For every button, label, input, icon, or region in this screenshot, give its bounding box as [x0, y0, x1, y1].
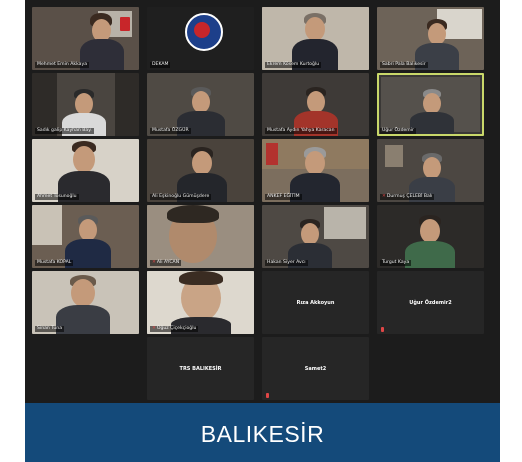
participant-name: Mustafa KOPAL [35, 260, 74, 266]
participant-tile[interactable]: Uğur Özdemir2 [377, 271, 484, 334]
person-head [71, 279, 95, 307]
person-head [305, 151, 325, 175]
participant-display-name: Rıza Akkoyun [296, 299, 335, 306]
video-conference-gallery: Mehmet Emin Akkaya DEKAM Ekrem Kösem Kur… [25, 0, 500, 403]
participant-tile[interactable]: Mustafa KOPAL [32, 205, 139, 268]
participant-name: Mehmet Emin Akkaya [35, 62, 90, 68]
participant-name: DEKAM [150, 62, 171, 68]
microphone-muted-icon: ✕ [152, 260, 156, 265]
participant-tile[interactable]: Sadık galip Kayhan Bay. [32, 73, 139, 136]
participant-tile[interactable]: Mustafa ÖZGÜR [147, 73, 254, 136]
person-head [75, 93, 93, 115]
participant-tile[interactable]: ✕Oğuz Çiçekçioğlu [147, 271, 254, 334]
person-head [423, 93, 441, 114]
person-head [305, 17, 325, 41]
background-frame [385, 145, 403, 167]
participant-name: Sinan Tuna [35, 326, 65, 332]
participant-tile[interactable]: Mehmet Emin Akkaya [32, 7, 139, 70]
person-hair [179, 271, 223, 285]
microphone-muted-icon [381, 327, 384, 332]
person-head [192, 151, 212, 175]
background-flag [266, 143, 278, 165]
person-head [423, 157, 441, 179]
participant-display-name: Uğur Özdemir2 [409, 299, 452, 306]
participant-name: Mustafa ÖZGÜR [150, 128, 191, 134]
participant-tile[interactable]: ✕Ali AYCAN [147, 205, 254, 268]
participant-name: ✕Oğuz Çiçekçioğlu [150, 326, 199, 332]
person-head [192, 91, 210, 113]
participant-tile[interactable]: DEKAM [147, 7, 254, 70]
participant-name: Sabri Pala Balıkesir [380, 62, 428, 68]
participant-tile[interactable]: Sabri Pala Balıkesir [377, 7, 484, 70]
participant-tile[interactable]: TRS BALIKESİR [147, 337, 254, 400]
participant-display-name: Samet2 [304, 365, 327, 372]
person-body [410, 112, 454, 134]
participant-name: ✕Durmuş ÇELEBİ Balı [380, 194, 435, 200]
participant-tile[interactable]: Ali Eşkinoğlu Gümüşdere [147, 139, 254, 202]
background-window [32, 205, 62, 245]
flag-icon [120, 17, 130, 31]
participant-name: Ekrem Kösem Kurtoğlu [265, 62, 322, 68]
person-body [405, 241, 455, 268]
participant-name: Turgut Kaya [380, 260, 412, 266]
person-head [73, 146, 95, 173]
participant-name: Uğur Özdemir [380, 128, 416, 134]
person-head [301, 223, 319, 245]
participant-tile-active-speaker[interactable]: Uğur Özdemir [377, 73, 484, 136]
participant-name: Ali Eşkinoğlu Gümüşdere [150, 194, 212, 200]
microphone-muted-icon: ✕ [382, 194, 386, 199]
microphone-muted-icon [266, 393, 269, 398]
participant-name-text: Oğuz Çiçekçioğlu [156, 326, 197, 331]
background-window [324, 207, 366, 239]
participant-tile[interactable]: Ahmet Tosunoğlu [32, 139, 139, 202]
participant-tile[interactable]: ✕Durmuş ÇELEBİ Balı [377, 139, 484, 202]
participant-display-name: TRS BALIKESİR [179, 365, 222, 372]
microphone-muted-icon: ✕ [152, 326, 156, 331]
person-head [307, 91, 325, 113]
city-banner: BALIKESİR [25, 403, 500, 462]
participant-tile[interactable]: Rıza Akkoyun [262, 271, 369, 334]
participant-name-text: Ali AYCAN [156, 260, 180, 265]
participant-name: ANKEF EĞİTİM [265, 194, 302, 200]
person-body [56, 305, 110, 334]
person-head [428, 23, 446, 45]
participant-tile[interactable]: Hakan Siyer Avcı [262, 205, 369, 268]
participant-tile[interactable]: ANKEF EĞİTİM [262, 139, 369, 202]
person-hair [167, 205, 219, 223]
participant-tile[interactable]: Ekrem Kösem Kurtoğlu [262, 7, 369, 70]
person-head [420, 219, 440, 243]
person-head [79, 219, 97, 241]
participant-name: Hakan Siyer Avcı [265, 260, 308, 266]
participant-grid: Mehmet Emin Akkaya DEKAM Ekrem Kösem Kur… [25, 0, 500, 403]
participant-tile[interactable]: Sinan Tuna [32, 271, 139, 334]
participant-name-text: Durmuş ÇELEBİ Balı [386, 194, 433, 199]
participant-name: ✕Ali AYCAN [150, 260, 182, 266]
participant-tile[interactable]: Samet2 [262, 337, 369, 400]
participant-tile[interactable]: Mustafa Aydın Yahya Karacan [262, 73, 369, 136]
participant-name: Sadık galip Kayhan Bay. [35, 128, 94, 134]
participant-name: Ahmet Tosunoğlu [35, 194, 79, 200]
union-logo-inner-icon [194, 22, 210, 38]
participant-tile[interactable]: Turgut Kaya [377, 205, 484, 268]
participant-name: Mustafa Aydın Yahya Karacan [265, 128, 337, 134]
banner-title: BALIKESİR [200, 421, 325, 447]
